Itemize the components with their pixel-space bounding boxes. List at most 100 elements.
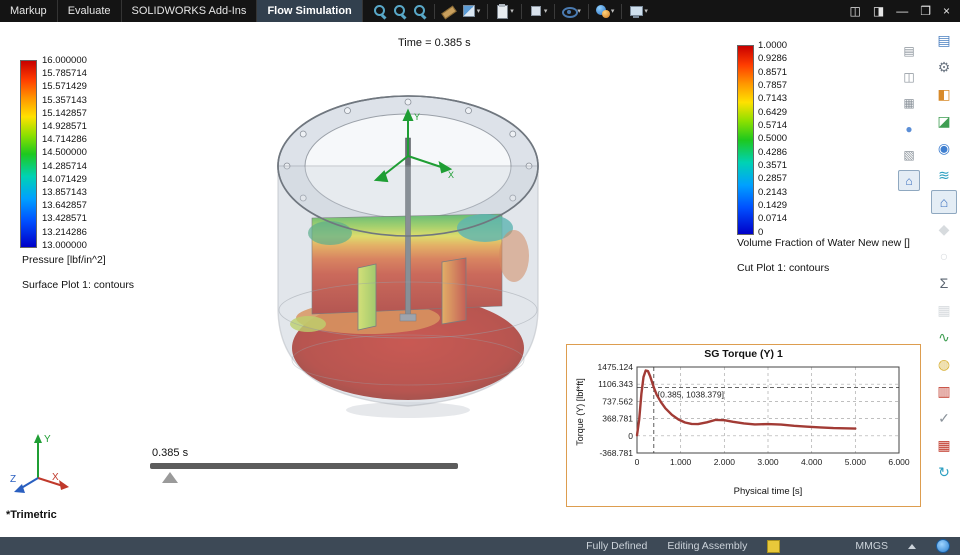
tab-evaluate[interactable]: Evaluate <box>58 0 122 22</box>
toolbar-separator <box>587 3 589 19</box>
y-tick-label: -368.781 <box>599 448 633 458</box>
toolbar-separator <box>487 3 489 19</box>
command-manager-ribbon: Markup Evaluate SOLIDWORKS Add-Ins Flow Sim… <box>0 0 960 22</box>
x-tick-label: 5.000 <box>845 457 867 467</box>
volume-parameters-icon[interactable]: ▦ <box>931 298 957 322</box>
time-slider-track[interactable] <box>150 463 458 469</box>
design-library-icon[interactable]: ▤ <box>898 40 920 61</box>
legend-tick-label: 0.1429 <box>758 200 788 212</box>
toolbar-separator <box>520 3 522 19</box>
cut-plot-icon[interactable]: ◧ <box>931 82 957 106</box>
view-orientation-label: *Trimetric <box>6 509 57 521</box>
hide-show-items-icon[interactable]: ▾ <box>560 1 583 21</box>
minimize-button[interactable]: — <box>896 5 908 17</box>
time-annotation: Time = 0.385 s <box>398 37 471 49</box>
component-control-icon[interactable]: ⚙ <box>931 55 957 79</box>
tab-solidworks-add-ins[interactable]: SOLIDWORKS Add-Ins <box>122 0 258 22</box>
units-selector[interactable]: MMGS <box>855 540 888 552</box>
chart-x-axis-label: Physical time [s] <box>733 486 803 497</box>
y-tick-label: 737.562 <box>602 396 633 406</box>
restore-button[interactable]: ❐ <box>920 5 931 17</box>
view-settings-icon[interactable]: ▾ <box>627 1 650 21</box>
zoom-to-fit-icon <box>373 4 387 18</box>
report-icon[interactable]: ▥ <box>931 379 957 403</box>
status-bar: Fully Defined Editing Assembly MMGS <box>0 537 960 555</box>
surface-plot-icon[interactable]: ◪ <box>931 109 957 133</box>
legend-tick-label: 0.3571 <box>758 160 788 172</box>
isosurfaces-icon[interactable]: ◉ <box>931 136 957 160</box>
legend-tick-label: 14.500000 <box>42 147 87 159</box>
legend-tick-label: 13.428571 <box>42 213 87 225</box>
goal-plot-icon[interactable]: ◍ <box>931 352 957 376</box>
zoom-to-fit-icon[interactable] <box>371 1 389 21</box>
task-pane-toggle-icon[interactable]: ◫ <box>850 5 861 17</box>
file-explorer-icon[interactable]: ◫ <box>898 66 920 87</box>
edit-appearance-icon[interactable]: ▾ <box>594 1 617 21</box>
measure-icon[interactable] <box>440 1 458 21</box>
zoom-to-area-icon <box>393 4 407 18</box>
y-tick-label: 368.781 <box>602 414 633 424</box>
section-view-icon[interactable]: ▾ <box>460 1 483 21</box>
legend-tick-label: 0.2143 <box>758 186 788 198</box>
ribbon-tabs: Markup Evaluate SOLIDWORKS Add-Ins Flow Sim… <box>0 0 363 22</box>
right-legend-values: 1.0000 0.9286 0.8571 0.7857 0.7143 0.6429 0.57… <box>758 40 787 238</box>
legend-tick-label: 13.214286 <box>42 226 87 238</box>
zoom-in-out-icon[interactable] <box>411 1 429 21</box>
point-parameters-icon[interactable]: ○ <box>931 244 957 268</box>
view-orientation-icon[interactable]: ▾ <box>527 1 550 21</box>
dropdown-caret-icon[interactable]: ▾ <box>611 8 615 15</box>
definition-status: Fully Defined <box>586 540 648 552</box>
home-view-icon[interactable]: ⌂ <box>931 190 957 214</box>
legend-tick-label: 0.4286 <box>758 146 788 158</box>
legend-tick-label: 0.9286 <box>758 53 788 65</box>
time-slider-thumb[interactable] <box>162 472 178 483</box>
close-button[interactable]: × <box>943 5 950 17</box>
x-tick-label: 0 <box>635 457 640 467</box>
tab-flow-simulation[interactable]: Flow Simulation <box>257 0 363 22</box>
legend-tick-label: 15.357143 <box>42 94 87 106</box>
dropdown-caret-icon[interactable]: ▾ <box>544 8 548 15</box>
units-caret-icon[interactable] <box>908 543 916 549</box>
zoom-to-area-icon[interactable] <box>391 1 409 21</box>
view-palette-icon[interactable]: ▦ <box>898 92 920 113</box>
home-panel-icon[interactable]: ⌂ <box>898 170 920 191</box>
legend-tick-label: 0.6429 <box>758 106 788 118</box>
appearances-scenes-icon[interactable]: ● <box>898 118 920 139</box>
mesh-display-icon[interactable]: ▦ <box>931 433 957 457</box>
check-results-icon[interactable]: ✓ <box>931 406 957 430</box>
goal-plot-window[interactable]: SG Torque (Y) 1 Torque (Y) [lbf*ft] 1475… <box>566 344 921 507</box>
custom-properties-icon[interactable]: ▧ <box>898 144 920 165</box>
volume-fraction-legend-colorbar[interactable] <box>737 45 754 235</box>
x-tick-label: 2.000 <box>714 457 736 467</box>
display-pane-toggle-icon[interactable]: ◨ <box>873 5 884 17</box>
pressure-legend-colorbar[interactable] <box>20 60 37 248</box>
xy-plot-icon[interactable]: ∿ <box>931 325 957 349</box>
online-status-icon[interactable] <box>936 539 950 553</box>
legend-tick-label: 13.642857 <box>42 200 87 212</box>
solidworks-window: Markup Evaluate SOLIDWORKS Add-Ins Flow Sim… <box>0 0 960 555</box>
surface-parameters-icon[interactable]: Σ <box>931 271 957 295</box>
edit-appearance-icon <box>595 4 610 18</box>
slider-time-value: 0.385 s <box>152 447 189 459</box>
svg-text:Y: Y <box>414 112 420 122</box>
dropdown-caret-icon[interactable]: ▾ <box>644 8 648 15</box>
dropdown-caret-icon[interactable]: ▾ <box>477 8 481 15</box>
dropdown-caret-icon[interactable]: ▾ <box>510 8 514 15</box>
tab-markup[interactable]: Markup <box>0 0 58 22</box>
flow-trajectories-icon[interactable]: ≋ <box>931 163 957 187</box>
left-legend-values: 16.000000 15.785714 15.571429 15.357143 15.1… <box>42 55 87 251</box>
flow-simulation-toolbar: ▤ ⚙ ◧ ◪ ◉ ≋ ⌂ ◆ ○ Σ ▦ ∿ ◍ ▥ ✓ ▦ ↻ <box>931 28 957 484</box>
toolbar-separator <box>621 3 623 19</box>
legend-tick-label: 0.2857 <box>758 173 788 185</box>
evaluate-clipboard-icon[interactable]: ▾ <box>493 1 516 21</box>
refresh-results-icon[interactable]: ↻ <box>931 460 957 484</box>
svg-text:Z: Z <box>10 474 16 485</box>
x-tick-label: 3.000 <box>757 457 779 467</box>
heads-up-toolbar: ▾ ▾ ▾ ▾ ▾ ▾ <box>363 0 650 22</box>
graphics-area-tank-model[interactable]: Y X <box>250 68 570 438</box>
batch-results-icon[interactable]: ▤ <box>931 28 957 52</box>
view-settings-icon <box>629 4 644 18</box>
particle-study-icon[interactable]: ◆ <box>931 217 957 241</box>
legend-tick-label: 13.000000 <box>42 239 87 251</box>
legend-tick-label: 0.0714 <box>758 213 788 225</box>
